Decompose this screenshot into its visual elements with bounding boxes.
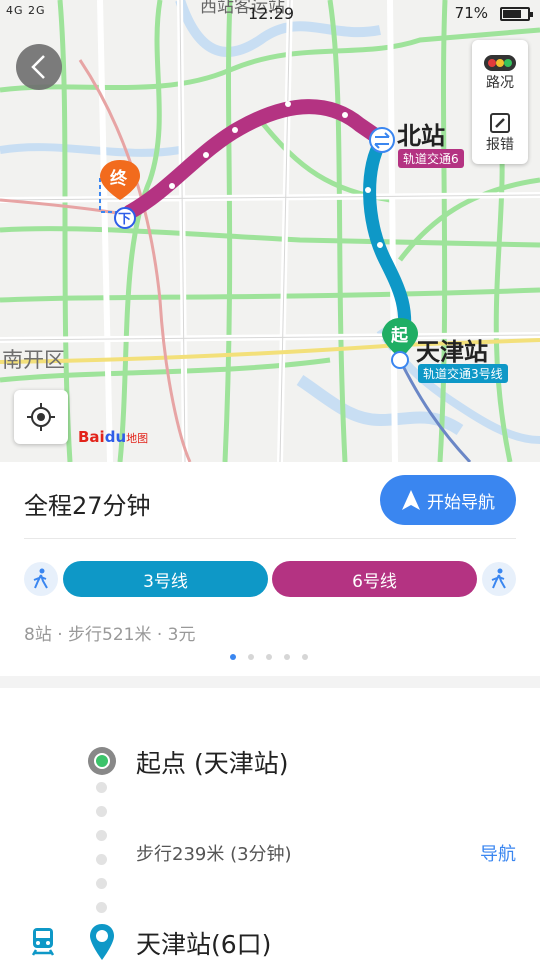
path-dot bbox=[96, 854, 107, 865]
north-station-label: 北站 bbox=[397, 122, 445, 150]
tianjin-line-tag: 轨道交通3号线 bbox=[418, 364, 508, 383]
chevron-left-icon bbox=[31, 55, 45, 79]
battery-icon bbox=[500, 7, 533, 21]
signal-indicator: 4G 2G bbox=[6, 4, 46, 17]
page-dot[interactable] bbox=[230, 654, 236, 660]
map-view[interactable]: 西站客运站 北站 轨道交通6 天津站 轨道交通3号线 南开区 终 起 下 Bai… bbox=[0, 0, 540, 462]
walk-step-label: 步行239米 (3分钟) bbox=[136, 844, 292, 865]
status-bar: 4G 2G 12:29 71% bbox=[0, 0, 540, 28]
report-label: 报错 bbox=[486, 137, 514, 153]
locate-button[interactable] bbox=[14, 390, 68, 444]
map-canvas bbox=[0, 0, 540, 462]
path-dot bbox=[96, 878, 107, 889]
district-label: 南开区 bbox=[2, 348, 65, 372]
logo-map: 地图 bbox=[126, 432, 149, 445]
logo-text: Bai bbox=[78, 428, 105, 446]
start-point-label: 起点 (天津站) bbox=[136, 749, 289, 778]
page-dot[interactable] bbox=[248, 654, 254, 660]
traffic-icon bbox=[484, 55, 516, 71]
train-icon bbox=[31, 928, 55, 956]
total-time: 全程27分钟 bbox=[24, 492, 151, 520]
baidu-logo: Baidu地图 bbox=[78, 428, 148, 446]
logo-du: du bbox=[104, 428, 127, 446]
start-point-icon bbox=[88, 747, 116, 775]
station-pin-icon bbox=[90, 924, 114, 960]
path-dot bbox=[96, 806, 107, 817]
segment-line6[interactable]: 6号线 bbox=[272, 561, 477, 597]
walk-start-icon bbox=[24, 562, 58, 596]
report-button[interactable]: 报错 bbox=[472, 102, 528, 162]
end-marker[interactable]: 终 bbox=[110, 164, 127, 189]
path-dot bbox=[96, 830, 107, 841]
traffic-button[interactable]: 路况 bbox=[472, 40, 528, 100]
page-dot[interactable] bbox=[284, 654, 290, 660]
north-line-tag: 轨道交通6 bbox=[398, 149, 464, 168]
route-summary: 8站 · 步行521米 · 3元 bbox=[24, 625, 196, 645]
map-tools: 路况 报错 bbox=[472, 40, 528, 164]
section-gap bbox=[0, 676, 540, 688]
path-dot bbox=[96, 902, 107, 913]
divider bbox=[24, 538, 516, 539]
page-dot[interactable] bbox=[302, 654, 308, 660]
start-navigation-label: 开始导航 bbox=[427, 492, 495, 513]
edit-icon bbox=[490, 113, 510, 133]
route-steps bbox=[0, 688, 540, 960]
path-dot bbox=[96, 782, 107, 793]
clock: 12:29 bbox=[248, 4, 295, 23]
page-indicator bbox=[230, 654, 308, 660]
page-dot[interactable] bbox=[266, 654, 272, 660]
back-button[interactable] bbox=[16, 44, 62, 90]
walk-end-icon bbox=[482, 562, 516, 596]
navigation-arrow-icon bbox=[402, 490, 420, 510]
station-label: 天津站(6口) bbox=[136, 930, 272, 959]
segment-line3[interactable]: 3号线 bbox=[63, 561, 268, 597]
locate-icon bbox=[27, 403, 55, 431]
traffic-label: 路况 bbox=[486, 75, 514, 91]
walk-navigate-link[interactable]: 导航 bbox=[480, 840, 516, 866]
start-navigation-button[interactable]: 开始导航 bbox=[380, 475, 516, 525]
start-marker[interactable]: 起 bbox=[391, 321, 408, 346]
battery-percent: 71% bbox=[454, 4, 488, 22]
getoff-marker: 下 bbox=[118, 212, 132, 227]
tianjin-station-label: 天津站 bbox=[416, 338, 488, 366]
